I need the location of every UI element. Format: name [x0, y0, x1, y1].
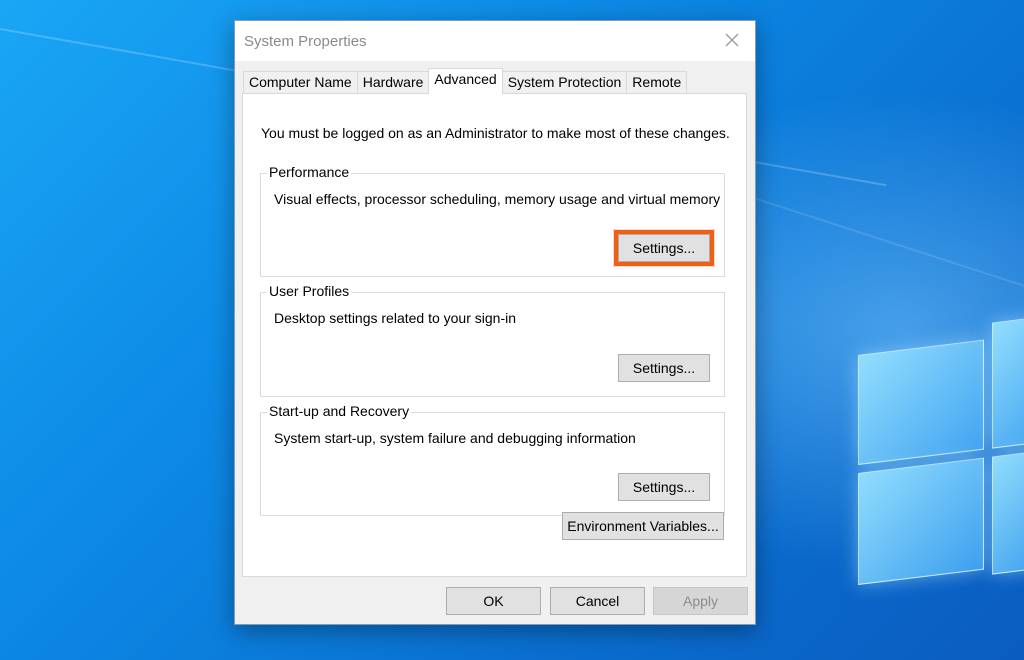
- close-icon: [725, 33, 739, 47]
- windows-logo: [858, 307, 1024, 609]
- windows-logo-pane: [858, 339, 984, 466]
- window-title: System Properties: [244, 33, 367, 50]
- tab-remote[interactable]: Remote: [626, 71, 688, 93]
- performance-label: Performance: [267, 164, 352, 180]
- user-profiles-label: User Profiles: [267, 283, 352, 299]
- apply-button[interactable]: Apply: [653, 587, 748, 615]
- performance-description: Visual effects, processor scheduling, me…: [274, 191, 721, 207]
- tab-advanced[interactable]: Advanced: [428, 68, 503, 94]
- advanced-tab-panel: You must be logged on as an Administrato…: [242, 93, 747, 577]
- user-profiles-description: Desktop settings related to your sign-in: [274, 310, 517, 326]
- ok-button[interactable]: OK: [446, 587, 541, 615]
- windows-logo-pane: [858, 457, 984, 586]
- admin-note: You must be logged on as an Administrato…: [261, 125, 730, 141]
- tab-system-protection[interactable]: System Protection: [501, 71, 628, 93]
- title-bar[interactable]: System Properties: [235, 21, 755, 61]
- startup-recovery-group: Start-up and Recovery System start-up, s…: [260, 403, 725, 516]
- performance-group: Performance Visual effects, processor sc…: [260, 164, 725, 277]
- windows-logo-pane: [992, 315, 1024, 449]
- tab-strip: Computer Name Hardware Advanced System P…: [243, 68, 688, 94]
- windows-logo-pane: [992, 449, 1024, 575]
- cancel-button[interactable]: Cancel: [550, 587, 645, 615]
- environment-variables-button[interactable]: Environment Variables...: [562, 512, 724, 540]
- startup-recovery-description: System start-up, system failure and debu…: [274, 430, 636, 446]
- user-profiles-group: User Profiles Desktop settings related t…: [260, 283, 725, 397]
- close-button[interactable]: [709, 21, 755, 59]
- tab-computer-name[interactable]: Computer Name: [243, 71, 358, 93]
- performance-settings-button[interactable]: Settings...: [614, 230, 714, 266]
- tab-hardware[interactable]: Hardware: [356, 71, 430, 93]
- user-profiles-settings-button[interactable]: Settings...: [618, 354, 710, 382]
- startup-recovery-label: Start-up and Recovery: [267, 403, 412, 419]
- system-properties-dialog: System Properties Computer Name Hardware…: [234, 20, 756, 625]
- startup-recovery-settings-button[interactable]: Settings...: [618, 473, 710, 501]
